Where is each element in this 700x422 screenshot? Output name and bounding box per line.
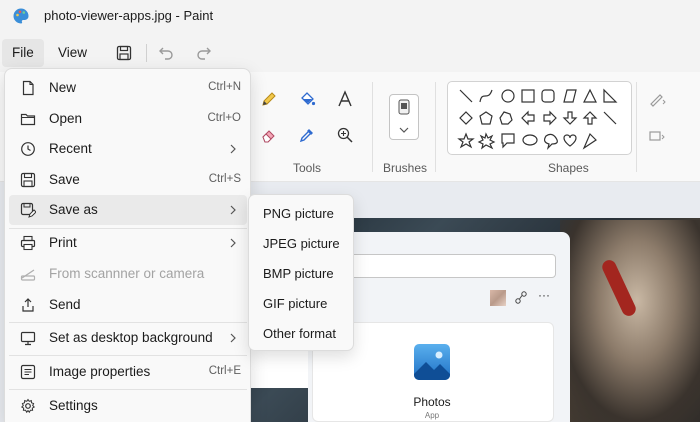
- menu-item-shortcut: Ctrl+N: [208, 81, 241, 93]
- file-menu-print[interactable]: Print: [9, 228, 247, 258]
- image-properties-icon: [19, 363, 37, 381]
- gear-icon: [19, 397, 37, 415]
- image-figure: [560, 220, 700, 422]
- save-as-gif[interactable]: GIF picture: [253, 289, 349, 317]
- menu-divider: [9, 389, 247, 390]
- file-menu-send[interactable]: Send: [9, 290, 247, 320]
- file-menu-new[interactable]: New Ctrl+N: [9, 73, 247, 103]
- photos-app-icon: [414, 344, 450, 380]
- shapes-group-label: Shapes: [548, 161, 589, 175]
- chevron-right-icon: [230, 333, 236, 343]
- send-icon: [19, 296, 37, 314]
- menu-item-shortcut: Ctrl+S: [208, 173, 241, 185]
- scanner-icon: [19, 265, 37, 283]
- tools-group-label: Tools: [293, 161, 322, 175]
- menu-item-label: From scannner or camera: [49, 266, 205, 281]
- menu-item-label: Save: [49, 172, 80, 187]
- image-search-box: [334, 254, 556, 278]
- file-menu-from-scanner: From scannner or camera: [9, 259, 247, 289]
- fill-bucket-icon[interactable]: [296, 88, 318, 110]
- new-file-icon: [19, 79, 37, 97]
- avatar: [490, 290, 506, 306]
- save-as-other-format[interactable]: Other format: [253, 319, 349, 347]
- quick-access-divider: [146, 44, 147, 62]
- shape-outline-icon[interactable]: [646, 88, 668, 110]
- chevron-right-icon: [230, 205, 236, 215]
- shapes-gallery: [447, 81, 632, 155]
- save-icon[interactable]: [114, 43, 134, 63]
- clock-icon: [19, 140, 37, 158]
- file-menu-button[interactable]: File: [2, 39, 44, 67]
- menu-divider: [9, 355, 247, 356]
- pencil-icon[interactable]: [258, 88, 280, 110]
- photos-app-sub: App: [424, 411, 440, 420]
- file-menu-open[interactable]: Open Ctrl+O: [9, 104, 247, 134]
- ribbon-divider: [372, 82, 373, 172]
- more-icon: ···: [538, 288, 550, 302]
- file-menu-settings[interactable]: Settings: [9, 391, 247, 421]
- menu-item-label: Print: [49, 235, 77, 250]
- menu-item-label: Image properties: [49, 364, 151, 379]
- menu-item-label: Send: [49, 297, 81, 312]
- menu-item-label: Settings: [49, 398, 98, 413]
- shape-fill-icon[interactable]: [646, 124, 668, 146]
- share-icon: [515, 291, 527, 304]
- file-menu-save-as[interactable]: Save as: [9, 195, 247, 225]
- undo-icon[interactable]: [156, 43, 176, 63]
- submenu-item-label: Other format: [263, 326, 336, 341]
- desktop-icon: [19, 329, 37, 347]
- menu-bar: File View: [0, 36, 700, 70]
- submenu-item-label: GIF picture: [263, 296, 328, 311]
- menu-item-label: Save as: [49, 202, 98, 217]
- color-picker-icon[interactable]: [296, 124, 318, 146]
- magnifier-icon[interactable]: [334, 124, 356, 146]
- menu-item-label: New: [49, 80, 77, 95]
- chevron-right-icon: [230, 238, 236, 248]
- title-bar: photo-viewer-apps.jpg - Paint: [0, 0, 700, 32]
- ribbon-divider: [636, 82, 637, 172]
- brushes-group-label: Brushes: [383, 161, 428, 175]
- shapes-grid: [457, 88, 618, 150]
- window-title: photo-viewer-apps.jpg - Paint: [44, 8, 214, 23]
- ribbon-divider: [435, 82, 436, 172]
- submenu-item-label: JPEG picture: [263, 236, 340, 251]
- file-menu-recent[interactable]: Recent: [9, 134, 247, 164]
- submenu-item-label: PNG picture: [263, 206, 334, 221]
- file-menu-set-desktop-background[interactable]: Set as desktop background: [9, 323, 247, 353]
- menu-item-label: Recent: [49, 141, 92, 156]
- file-menu-save[interactable]: Save Ctrl+S: [9, 165, 247, 195]
- save-as-icon: [19, 201, 37, 219]
- file-menu-image-properties[interactable]: Image properties Ctrl+E: [9, 357, 247, 387]
- save-icon: [19, 171, 37, 189]
- paint-palette-icon: [13, 8, 29, 24]
- save-as-submenu: PNG picture JPEG picture BMP picture GIF…: [248, 194, 354, 351]
- printer-icon: [19, 234, 37, 252]
- brush-selector[interactable]: [389, 94, 419, 140]
- text-icon[interactable]: [334, 88, 356, 110]
- submenu-item-label: BMP picture: [263, 266, 334, 281]
- menu-item-label: Open: [49, 111, 83, 126]
- brush-icon: [398, 99, 410, 133]
- redo-icon[interactable]: [194, 43, 214, 63]
- folder-icon: [19, 110, 37, 128]
- menu-item-label: Set as desktop background: [49, 330, 213, 345]
- save-as-jpeg[interactable]: JPEG picture: [253, 229, 349, 257]
- save-as-bmp[interactable]: BMP picture: [253, 259, 349, 287]
- menu-item-shortcut: Ctrl+E: [208, 365, 241, 377]
- photos-app-name: Photos: [413, 395, 451, 409]
- file-menu: New Ctrl+N Open Ctrl+O Recent Save Ctrl+…: [4, 68, 251, 422]
- eraser-icon[interactable]: [258, 124, 280, 146]
- menu-item-shortcut: Ctrl+O: [207, 112, 241, 124]
- view-menu-button[interactable]: View: [48, 39, 97, 67]
- chevron-right-icon: [230, 144, 236, 154]
- save-as-png[interactable]: PNG picture: [253, 199, 349, 227]
